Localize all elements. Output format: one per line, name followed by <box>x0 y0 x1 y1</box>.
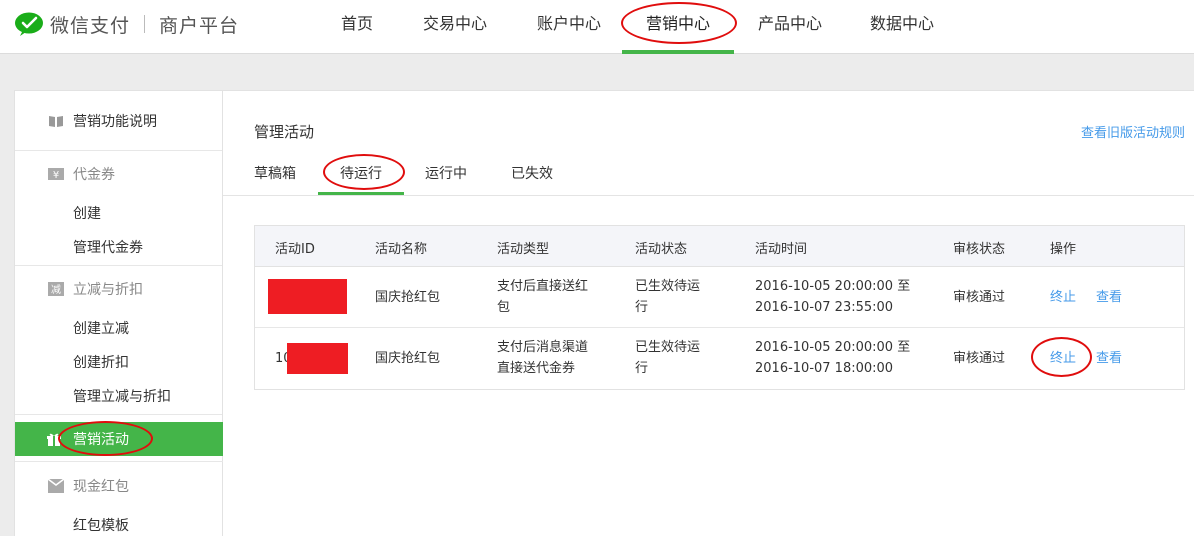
column-header: 审核状态 <box>953 242 1006 257</box>
sidebar-group-title: 减 立减与折扣 <box>15 266 222 312</box>
column-header: 活动时间 <box>755 242 808 257</box>
active-tab-indicator <box>318 192 404 195</box>
sidebar-group-cash: 现金红包 红包模板 <box>15 463 223 536</box>
sidebar-item-create-discount[interactable]: 创建折扣 <box>15 346 222 380</box>
tab-pending[interactable]: 待运行 <box>340 163 382 183</box>
table-header: 活动ID 活动名称 活动类型 活动状态 活动时间 审核状态 操作 <box>255 226 1184 267</box>
brand-name: 微信支付 <box>50 14 131 37</box>
sidebar-item-red-packet-template[interactable]: 红包模板 <box>15 509 223 536</box>
cell-activity-type: 支付后直接送红包 <box>497 279 589 315</box>
sidebar-group-discount: 减 立减与折扣 创建立减 创建折扣 管理立减与折扣 <box>15 266 222 415</box>
nav-home[interactable]: 首页 <box>320 0 394 54</box>
redaction-block <box>268 279 347 314</box>
cell-activity-time: 2016-10-05 20:00:00 至 2016-10-07 23:55:00 <box>755 279 911 315</box>
cell-activity-name: 国庆抢红包 <box>375 290 441 305</box>
sidebar-item-create-reduction[interactable]: 创建立减 <box>15 312 222 346</box>
sidebar-item-create-voucher[interactable]: 创建 <box>15 197 222 231</box>
cell-review-status: 审核通过 <box>953 290 1006 305</box>
nav-marketing-center[interactable]: 营销中心 <box>622 0 734 54</box>
top-header: 微信支付 商户平台 首页 交易中心 账户中心 营销中心 产品中心 数据中心 <box>0 0 1194 54</box>
status-tabs: 草稿箱 待运行 运行中 已失效 <box>223 151 1194 196</box>
sidebar-group-voucher: ¥ 代金券 创建 管理代金券 <box>15 151 222 266</box>
sidebar-item-feature-intro[interactable]: 营销功能说明 <box>15 105 157 137</box>
svg-text:¥: ¥ <box>53 170 59 181</box>
cell-activity-time: 2016-10-05 20:00:00 至 2016-10-07 18:00:00 <box>755 340 911 376</box>
tab-running[interactable]: 运行中 <box>425 163 467 183</box>
column-header: 活动名称 <box>375 242 428 257</box>
sidebar-item-manage-voucher[interactable]: 管理代金券 <box>15 231 222 265</box>
stop-link[interactable]: 终止 <box>1050 348 1076 369</box>
voucher-icon: ¥ <box>48 167 64 181</box>
cell-review-status: 审核通过 <box>953 351 1006 366</box>
top-nav: 首页 交易中心 账户中心 营销中心 产品中心 数据中心 <box>320 0 958 54</box>
red-packet-icon <box>47 478 65 493</box>
book-icon <box>48 114 64 128</box>
campaign-table: 活动ID 活动名称 活动类型 活动状态 活动时间 审核状态 操作 国庆抢红包 支… <box>254 225 1185 390</box>
nav-account-center[interactable]: 账户中心 <box>516 0 622 54</box>
sidebar-group-title: ¥ 代金券 <box>15 151 222 197</box>
main-panel: 营销功能说明 ¥ 代金券 创建 管理代金券 减 立减与折扣 创建立减 创建折扣 … <box>14 90 1194 536</box>
sidebar-item-manage-discount[interactable]: 管理立减与折扣 <box>15 380 222 414</box>
table-row: 国庆抢红包 支付后直接送红包 已生效待运行 2016-10-05 20:00:0… <box>255 267 1184 328</box>
svg-text:减: 减 <box>51 284 61 296</box>
wechat-pay-logo-icon <box>14 12 44 36</box>
tab-drafts[interactable]: 草稿箱 <box>254 163 296 183</box>
sidebar-group-campaign: 营销活动 <box>15 415 223 462</box>
sidebar-item-marketing-campaign[interactable]: 营销活动 <box>15 422 223 456</box>
discount-icon: 减 <box>48 282 64 296</box>
sidebar-item-label: 营销活动 <box>73 432 129 448</box>
old-rules-link[interactable]: 查看旧版活动规则 <box>1081 122 1185 141</box>
brand[interactable]: 微信支付 商户平台 <box>14 10 239 38</box>
sidebar-group-intro: 营销功能说明 <box>15 91 222 151</box>
nav-trade-center[interactable]: 交易中心 <box>394 0 516 54</box>
cell-activity-name: 国庆抢红包 <box>375 351 441 366</box>
brand-divider <box>144 15 146 33</box>
nav-data-center[interactable]: 数据中心 <box>846 0 958 54</box>
sidebar: 营销功能说明 ¥ 代金券 创建 管理代金券 减 立减与折扣 创建立减 创建折扣 … <box>15 91 223 536</box>
sidebar-group-title: 现金红包 <box>15 463 223 509</box>
cell-activity-type: 支付后消息渠道 直接送代金券 <box>497 340 589 376</box>
sidebar-item-label: 营销功能说明 <box>73 114 157 130</box>
cell-activity-status: 已生效待运行 <box>635 279 701 315</box>
column-header: 活动类型 <box>497 242 550 257</box>
page-title: 管理活动 <box>254 123 315 141</box>
brand-subtitle: 商户平台 <box>159 14 240 37</box>
cell-activity-status: 已生效待运行 <box>635 340 701 376</box>
content-area: 管理活动 查看旧版活动规则 草稿箱 待运行 运行中 已失效 活动ID 活动名称 … <box>223 91 1194 536</box>
stop-link[interactable]: 终止 <box>1050 287 1076 308</box>
view-link[interactable]: 查看 <box>1096 348 1122 369</box>
column-header: 活动ID <box>275 242 315 257</box>
gift-icon <box>46 431 62 447</box>
column-header: 操作 <box>1050 242 1077 257</box>
tab-expired[interactable]: 已失效 <box>511 163 553 183</box>
column-header: 活动状态 <box>635 242 688 257</box>
redaction-block <box>287 343 348 374</box>
view-link[interactable]: 查看 <box>1096 287 1122 308</box>
nav-product-center[interactable]: 产品中心 <box>734 0 846 54</box>
table-row: 10 国庆抢红包 支付后消息渠道 直接送代金券 已生效待运行 2016-10-05… <box>255 328 1184 389</box>
